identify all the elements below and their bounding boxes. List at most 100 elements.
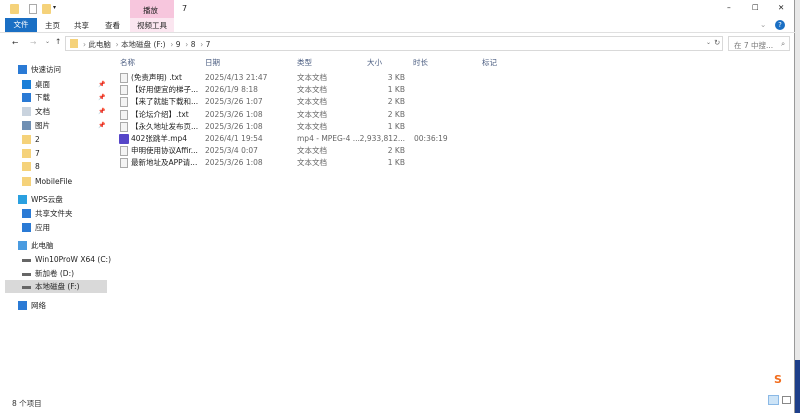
ribbon-expand-icon[interactable]: ⌄ [760,20,766,29]
file-type: 文本文档 [297,97,327,107]
tab-video-tools[interactable]: 视频工具 [130,18,174,32]
divider [0,32,795,33]
search-input[interactable]: 在 7 中搜... ⌕ [728,36,790,51]
file-type: 文本文档 [297,146,327,156]
window-title: 7 [182,4,188,13]
back-button[interactable]: ← [12,38,18,47]
column-header-type[interactable]: 类型 [297,57,312,68]
sidebar-item-label: 8 [35,162,40,171]
text-file-icon [120,73,128,83]
file-date: 2025/3/26 1:08 [205,109,263,119]
search-placeholder: 在 7 中搜... [734,41,774,50]
file-size: 1 KB [387,121,405,131]
drive-icon [22,286,31,289]
file-size: 2 KB [387,146,405,156]
breadcrumb-item[interactable]: 7 [206,40,211,49]
properties-icon[interactable] [29,4,37,14]
file-size: 3 KB [387,73,405,82]
explorer-window: ▾ 播放 7 – ☐ ✕ 文件 主页 共享 查看 视频工具 ? ⌄ ← → ⌄ … [0,0,795,413]
drive-icon [22,273,31,276]
folder-icon [70,39,78,48]
sidebar-item[interactable]: 本地磁盘 (F:) [5,280,107,293]
tab-file[interactable]: 文件 [5,18,37,32]
sidebar-item-label: 文档 [35,107,50,116]
video-tools-label: 视频工具 [137,21,167,30]
file-date: 2026/1/9 8:18 [205,85,258,95]
pin-icon: 📌 [98,94,106,101]
file-name: 最新地址及APP请... [131,158,198,168]
up-button[interactable]: ↑ [55,37,61,46]
column-header-duration[interactable]: 时长 [413,57,428,68]
file-row[interactable]: 【论坛介绍】.txt 2025/3/26 1:08 文本文档 2 KB [118,109,498,121]
address-dropdown-icon[interactable]: ⌄ [706,39,711,46]
file-name: (免责声明) .txt [131,73,182,82]
pin-icon: 📌 [98,108,106,115]
file-row[interactable]: 最新地址及APP请... 2025/3/26 1:08 文本文档 1 KB [118,157,498,169]
context-tab[interactable]: 播放 [130,0,174,18]
ime-sogou-icon[interactable]: S [768,372,788,388]
minimize-button[interactable]: – [727,3,731,12]
sidebar-item-label: 快速访问 [31,65,61,74]
sidebar-item-label: 图片 [35,121,50,130]
maximize-button[interactable]: ☐ [752,3,759,12]
file-type: 文本文档 [297,121,327,131]
file-type: mp4 - MPEG-4 ... [297,134,360,143]
file-duration: 00:36:19 [414,134,448,143]
help-icon[interactable]: ? [775,20,785,30]
search-icon: ⌕ [781,39,786,48]
file-row[interactable]: 【来了就能下载和... 2025/3/26 1:07 文本文档 2 KB [118,96,498,108]
download-icon [22,93,31,102]
sidebar-item-label: MobileFile [35,177,73,186]
file-row[interactable]: 【永久地址发布页... 2025/3/26 1:08 文本文档 1 KB [118,121,498,133]
drive-icon [22,259,31,262]
file-row[interactable]: (免责声明) .txt 2025/4/13 21:47 文本文档 3 KB [118,72,498,84]
share-icon [22,209,31,218]
file-size: 1 KB [387,158,405,168]
file-type: 文本文档 [297,158,327,168]
column-header-tags[interactable]: 标记 [482,57,497,68]
file-name: 【好用便宜的梯子... [131,85,199,95]
details-view-button[interactable] [768,395,779,405]
tab-share[interactable]: 共享 [74,20,89,31]
folder-icon [22,149,31,158]
file-date: 2025/3/26 1:07 [205,97,263,107]
file-row[interactable]: 【好用便宜的梯子... 2026/1/9 8:18 文本文档 1 KB [118,84,498,96]
file-type: 文本文档 [297,85,327,95]
sidebar-item-label: 2 [35,135,40,144]
folder-icon[interactable] [10,4,19,14]
customize-dropdown-icon[interactable]: ▾ [53,4,56,11]
large-icons-view-button[interactable] [782,396,791,404]
file-name: 申明使用协议Affir... [131,146,198,156]
breadcrumb-item[interactable]: 8 [191,40,196,49]
column-header-date[interactable]: 日期 [205,57,220,68]
tab-home[interactable]: 主页 [45,20,60,31]
column-header-name[interactable]: 名称 [120,57,135,68]
close-button[interactable]: ✕ [778,3,784,12]
apps-icon [22,223,31,232]
text-file-icon [120,97,128,108]
sidebar-item-label: 应用 [35,223,50,232]
sidebar-item-label: 新加卷 (D:) [35,269,75,278]
forward-button[interactable]: → [30,38,36,47]
text-file-icon [120,85,128,96]
breadcrumb-item[interactable]: 9 [176,40,181,49]
breadcrumb-item[interactable]: 此电脑 [88,40,111,49]
address-bar[interactable]: › 此电脑 › 本地磁盘 (F:) › 9 › 8 › 7 ⌄ ↻ [65,36,723,51]
column-header-size[interactable]: 大小 [367,57,382,68]
file-name: 【来了就能下载和... [131,97,199,107]
file-row[interactable]: 402张跳羊.mp4 2026/4/1 19:54 mp4 - MPEG-4 ...… [118,133,498,145]
network-icon [18,301,27,310]
file-name: 402张跳羊.mp4 [131,134,188,143]
tab-view[interactable]: 查看 [105,20,120,31]
new-folder-icon[interactable] [42,4,51,14]
breadcrumb-item[interactable]: 本地磁盘 (F:) [121,40,166,49]
text-file-icon [120,109,128,120]
file-date: 2025/3/26 1:08 [205,158,263,168]
folder-icon [22,162,31,171]
text-file-icon [120,158,128,169]
file-row[interactable]: 申明使用协议Affir... 2025/3/4 0:07 文本文档 2 KB [118,145,498,157]
recent-dropdown-icon[interactable]: ⌄ [45,38,50,45]
text-file-icon [120,121,128,132]
refresh-icon[interactable]: ↻ [714,38,720,47]
desktop-icon [22,80,31,89]
